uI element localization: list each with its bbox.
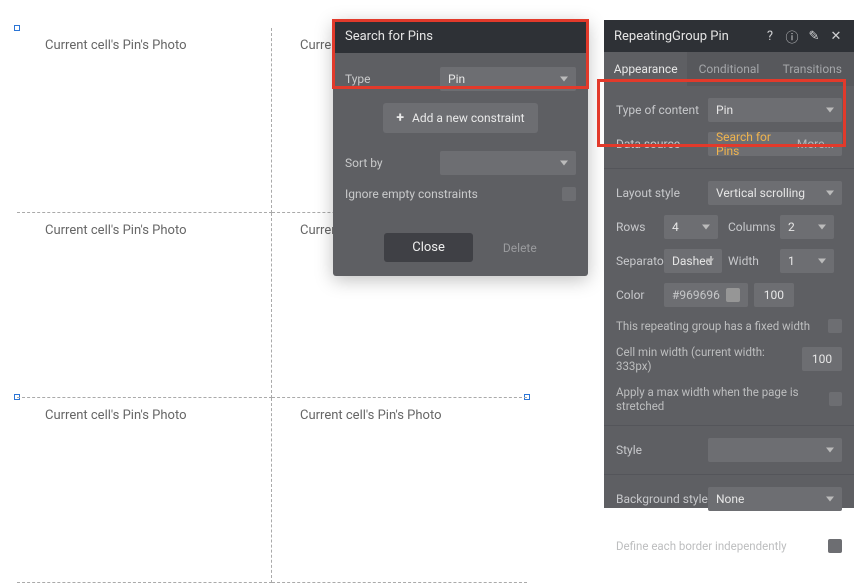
- border-width-value: 1: [788, 254, 795, 268]
- columns-select[interactable]: 2: [780, 215, 834, 239]
- cell-placeholder-text: Current cell's Pin's Photo: [45, 38, 186, 53]
- tab-appearance[interactable]: Appearance: [604, 52, 687, 86]
- rows-value: 4: [672, 220, 679, 234]
- close-button[interactable]: Close: [384, 233, 473, 262]
- define-border-checkbox[interactable]: [828, 539, 842, 553]
- type-select[interactable]: Pin: [440, 67, 576, 91]
- plus-icon: +: [396, 110, 404, 126]
- data-source-label: Data source: [616, 137, 708, 151]
- section-layout: Layout style Vertical scrolling Rows 4 C…: [604, 169, 854, 426]
- columns-label: Columns: [728, 220, 780, 234]
- color-picker[interactable]: #969696: [664, 283, 748, 307]
- color-opacity-value: 100: [764, 288, 784, 302]
- fixed-width-label: This repeating group has a fixed width: [616, 319, 810, 333]
- chevron-down-icon: [706, 259, 714, 264]
- ignore-empty-checkbox[interactable]: [562, 187, 576, 201]
- section-background: Background style None Define each border…: [604, 475, 854, 565]
- property-editor: RepeatingGroup Pin ? ⓘ ✎ ✕ Appearance Co…: [604, 20, 854, 508]
- help-icon[interactable]: ?: [762, 28, 778, 44]
- sort-by-select[interactable]: [440, 151, 576, 175]
- separator-select[interactable]: Dashed: [664, 249, 722, 273]
- property-editor-header[interactable]: RepeatingGroup Pin ? ⓘ ✎ ✕: [604, 20, 854, 52]
- comment-icon[interactable]: ✎: [806, 28, 822, 44]
- border-width-label: Width: [728, 254, 780, 268]
- close-icon[interactable]: ✕: [828, 28, 844, 44]
- bg-style-select[interactable]: None: [708, 487, 842, 511]
- tab-transitions[interactable]: Transitions: [771, 52, 854, 86]
- delete-button[interactable]: Delete: [503, 241, 537, 255]
- type-of-content-select[interactable]: Pin: [708, 98, 842, 122]
- max-width-label: Apply a max width when the page is stret…: [616, 385, 829, 413]
- add-constraint-label: Add a new constraint: [412, 111, 525, 125]
- define-border-label: Define each border independently: [616, 539, 787, 553]
- fixed-width-checkbox[interactable]: [828, 319, 842, 333]
- columns-value: 2: [788, 220, 795, 234]
- style-select[interactable]: [708, 438, 842, 462]
- cell-min-width-input[interactable]: 100: [802, 347, 842, 371]
- chevron-down-icon: [826, 191, 834, 196]
- data-source-value: Search for Pins: [716, 130, 796, 158]
- section-content: Type of content Pin Data source Search f…: [604, 86, 854, 169]
- chevron-down-icon: [826, 497, 834, 502]
- rg-cell[interactable]: Current cell's Pin's Photo: [17, 213, 272, 398]
- chevron-down-icon: [818, 259, 826, 264]
- separator-label: Separato: [616, 254, 664, 268]
- type-select-value: Pin: [448, 72, 465, 86]
- color-opacity-input[interactable]: 100: [754, 283, 794, 307]
- max-width-checkbox[interactable]: [829, 392, 842, 406]
- cell-min-width-label: Cell min width (current width: 333px): [616, 345, 802, 373]
- sort-by-label: Sort by: [345, 156, 440, 170]
- search-popup-title[interactable]: Search for Pins: [333, 20, 588, 53]
- bg-style-value: None: [716, 492, 744, 506]
- color-hex: #969696: [672, 288, 720, 302]
- layout-style-select[interactable]: Vertical scrolling: [708, 181, 842, 205]
- section-style: Style: [604, 426, 854, 475]
- layout-style-value: Vertical scrolling: [716, 186, 805, 200]
- color-label: Color: [616, 288, 664, 302]
- rows-label: Rows: [616, 220, 664, 234]
- type-of-content-label: Type of content: [616, 103, 708, 117]
- rg-cell[interactable]: Current cell's Pin's Photo: [272, 398, 527, 583]
- chevron-down-icon: [826, 108, 834, 113]
- rows-select[interactable]: 4: [664, 215, 718, 239]
- style-label: Style: [616, 443, 708, 457]
- tab-conditional[interactable]: Conditional: [687, 52, 770, 86]
- search-popup: Search for Pins Type Pin + Add a new con…: [333, 20, 588, 276]
- type-label: Type: [345, 72, 440, 86]
- data-source-more: More...: [797, 137, 834, 151]
- chevron-down-icon: [702, 225, 710, 230]
- rg-cell[interactable]: Current cell's Pin's Photo: [17, 398, 272, 583]
- rg-cell[interactable]: Current cell's Pin's Photo: [17, 28, 272, 213]
- chevron-down-icon: [818, 225, 826, 230]
- layout-style-label: Layout style: [616, 186, 708, 200]
- color-swatch: [726, 288, 740, 302]
- bg-style-label: Background style: [616, 492, 708, 506]
- property-tabs: Appearance Conditional Transitions: [604, 52, 854, 86]
- data-source-expression[interactable]: Search for Pins More...: [708, 132, 842, 156]
- add-constraint-button[interactable]: + Add a new constraint: [383, 103, 538, 133]
- type-of-content-value: Pin: [716, 103, 733, 117]
- cell-placeholder-text: Current cell's Pin's Photo: [300, 408, 441, 423]
- chevron-down-icon: [560, 77, 568, 82]
- ignore-empty-label: Ignore empty constraints: [345, 187, 478, 201]
- info-icon[interactable]: ⓘ: [784, 28, 800, 44]
- cell-min-width-value: 100: [812, 352, 832, 366]
- chevron-down-icon: [560, 161, 568, 166]
- cell-placeholder-text: Current cell's Pin's Photo: [45, 408, 186, 423]
- cell-placeholder-text: Current cell's Pin's Photo: [45, 223, 186, 238]
- chevron-down-icon: [826, 448, 834, 453]
- element-title: RepeatingGroup Pin: [614, 29, 756, 44]
- border-width-select[interactable]: 1: [780, 249, 834, 273]
